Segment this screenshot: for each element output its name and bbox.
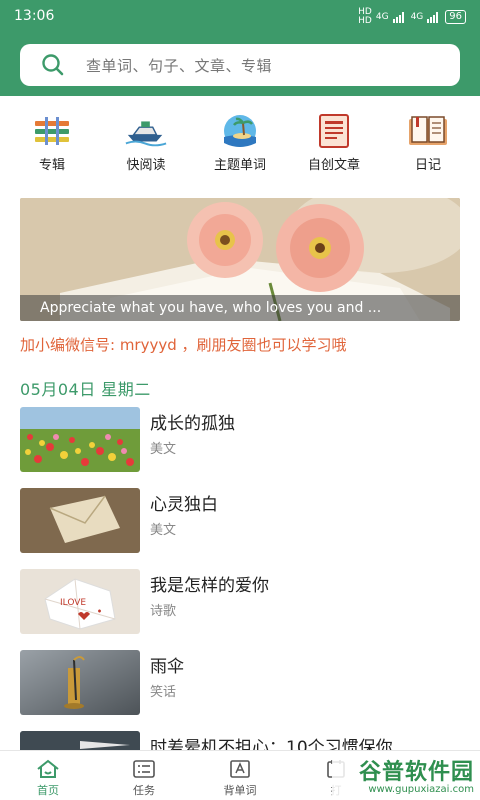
article-thumbnail: ILOVE — [20, 569, 140, 634]
list-item[interactable]: 心灵独白 美文 — [20, 488, 460, 569]
banner-caption: Appreciate what you have, who loves you … — [20, 295, 460, 321]
network-4g-label-2: 4G — [410, 12, 424, 22]
document-icon — [312, 112, 356, 150]
quick-action-label: 主题单词 — [213, 158, 266, 173]
quick-action-label: 专辑 — [38, 158, 65, 173]
article-title: 我是怎样的爱你 — [150, 576, 269, 596]
article-category: 诗歌 — [150, 604, 177, 619]
quick-action-speed-reading[interactable]: 快阅读 — [110, 112, 182, 180]
article-title: 心灵独白 — [150, 495, 218, 515]
quick-action-custom-article[interactable]: 自创文章 — [298, 112, 370, 180]
tab-label: 任务 — [133, 784, 155, 797]
article-title: 成长的孤独 — [150, 414, 235, 434]
article-category: 美文 — [150, 523, 177, 538]
article-thumbnail — [20, 407, 140, 472]
featured-banner[interactable]: Appreciate what you have, who loves you … — [20, 198, 460, 321]
date-header: 05月04日 星期二 — [20, 380, 151, 399]
list-item[interactable]: 成长的孤独 美文 — [20, 407, 460, 488]
network-4g-label: 4G — [375, 12, 389, 22]
article-thumbnail — [20, 650, 140, 715]
status-bar: 13:06 HD HD 4G 4G 96 — [0, 0, 480, 32]
quick-action-theme-words[interactable]: 主题单词 — [204, 112, 276, 180]
quick-action-row: 专辑 快阅读 主题单词 自创文章 日记 — [0, 112, 480, 180]
wechat-notice: 加小编微信号: mryyyd ，刷朋友圈也可以学习哦 — [20, 336, 347, 354]
tab-label: 背单词 — [223, 784, 257, 797]
watermark-title: 谷普软件园 — [358, 760, 474, 785]
svg-text:ILOVE: ILOVE — [60, 598, 86, 608]
signal-icon — [392, 11, 404, 23]
diary-icon — [406, 112, 450, 150]
tab-label: 首页 — [37, 784, 59, 797]
article-category: 美文 — [150, 442, 177, 457]
search-input[interactable]: 查单词、句子、文章、专辑 — [86, 55, 272, 76]
signal-icon-2 — [427, 11, 439, 23]
quick-action-label: 自创文章 — [307, 158, 360, 173]
article-title: 雨伞 — [150, 657, 184, 677]
article-list: 成长的孤独 美文 心灵独白 美文 ILOVE 我是怎样的爱你 诗歌 雨伞 笑话 … — [20, 407, 460, 800]
task-icon — [133, 760, 155, 778]
search-bar[interactable]: 查单词、句子、文章、专辑 — [20, 44, 460, 86]
battery-icon: 96 — [445, 10, 466, 24]
tab-tasks[interactable]: 任务 — [96, 751, 192, 800]
article-category: 笑话 — [150, 685, 177, 700]
status-time: 13:06 — [14, 8, 55, 24]
home-icon — [37, 759, 59, 778]
album-icon — [30, 112, 74, 150]
site-watermark: 谷普软件园 www.gupuxiazai.com — [332, 752, 480, 800]
list-item[interactable]: 雨伞 笑话 — [20, 650, 460, 731]
island-icon — [218, 112, 262, 150]
search-icon — [40, 52, 66, 78]
article-thumbnail — [20, 488, 140, 553]
quick-action-album[interactable]: 专辑 — [16, 112, 88, 180]
watermark-url: www.gupuxiazai.com — [368, 784, 474, 795]
speedboat-icon — [124, 112, 168, 150]
vocabulary-icon — [230, 760, 250, 778]
status-indicators: HD HD 4G 4G 96 — [358, 8, 466, 26]
list-item[interactable]: ILOVE 我是怎样的爱你 诗歌 — [20, 569, 460, 650]
network-type-label: HD HD — [358, 7, 372, 26]
quick-action-label: 快阅读 — [126, 158, 166, 173]
quick-action-label: 日记 — [414, 158, 441, 173]
quick-action-diary[interactable]: 日记 — [392, 112, 464, 180]
tab-vocabulary[interactable]: 背单词 — [192, 751, 288, 800]
tab-home[interactable]: 首页 — [0, 751, 96, 800]
